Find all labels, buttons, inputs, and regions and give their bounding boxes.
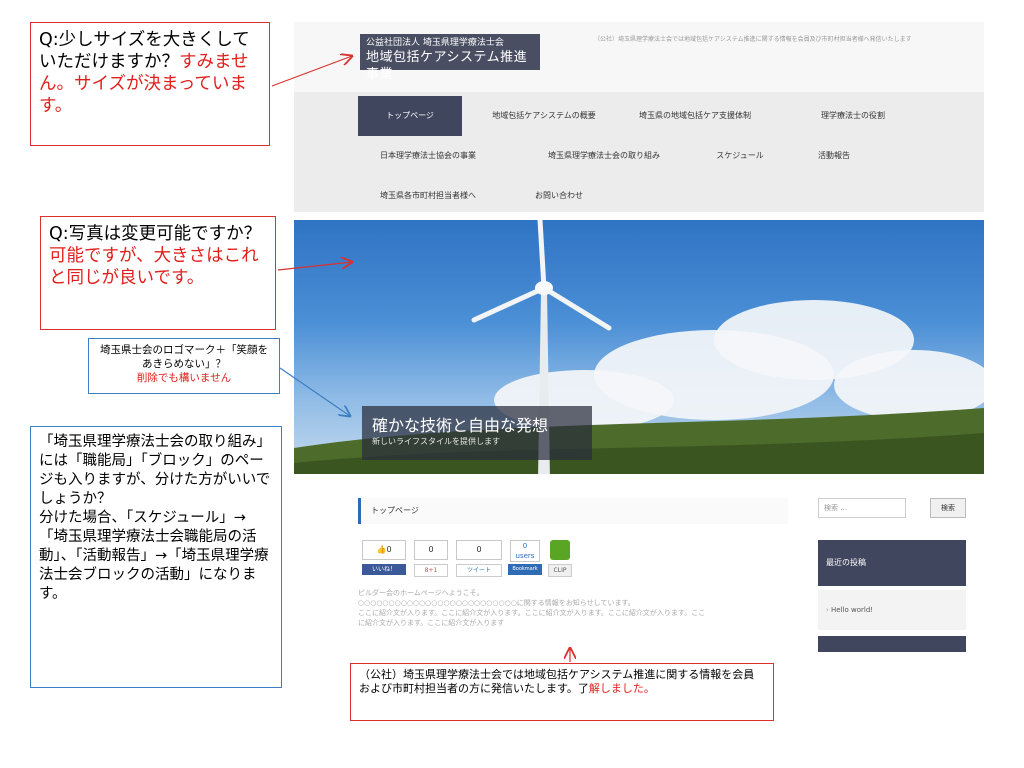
- annotation-description: （公社）埼玉県理学療法士会では地域包括ケアシステム推進に関する情報を会員および市…: [350, 663, 774, 721]
- nav-item-municipal[interactable]: 埼玉県各市町村担当者様へ: [358, 176, 498, 216]
- thumbs-up-icon: 👍: [376, 545, 387, 554]
- nav-item-contact[interactable]: お問い合わせ: [514, 176, 604, 216]
- annotation-torikumi: 「埼玉県理学療法士会の取り組み」には「職能局」「ブロック」のページも入りますが、…: [30, 426, 282, 688]
- site-logo[interactable]: 公益社団法人 埼玉県理学療法士会 地域包括ケアシステム推進事業: [360, 34, 540, 82]
- nav-item-top[interactable]: トップページ: [358, 96, 462, 136]
- evernote-icon[interactable]: [550, 540, 570, 560]
- hero-caption-title: 確かな技術と自由な発想: [372, 416, 549, 435]
- hatena-bookmark-button[interactable]: Bookmark: [508, 564, 542, 575]
- evernote-clip-button[interactable]: CLIP: [548, 564, 572, 577]
- main-nav: トップページ 地域包括ケアシステムの概要 埼玉県の地域包括ケア支援体制 理学療法…: [294, 92, 984, 212]
- hero-image: 確かな技術と自由な発想 新しいライフスタイルを提供します: [294, 220, 984, 474]
- website-preview: 公益社団法人 埼玉県理学療法士会 地域包括ケアシステム推進事業 （公社）埼玉県理…: [294, 22, 984, 652]
- page-title: トップページ: [358, 498, 788, 524]
- hero-caption-subtitle: 新しいライフスタイルを提供します: [372, 437, 500, 446]
- tweet-count: 0: [456, 540, 502, 560]
- gplus-count: 0: [414, 540, 448, 560]
- facebook-like-count: 👍0: [362, 540, 406, 560]
- nav-item-jpta[interactable]: 日本理学療法士協会の事業: [358, 136, 498, 176]
- site-header: 公益社団法人 埼玉県理学療法士会 地域包括ケアシステム推進事業 （公社）埼玉県理…: [294, 22, 984, 92]
- recent-posts-heading: 最近の投稿: [818, 540, 966, 586]
- gplus-button[interactable]: 8+1: [414, 564, 448, 577]
- annotation-logo: 埼玉県士会のロゴマーク＋「笑顔をあきらめない」？ 削除でも構いません: [88, 338, 280, 394]
- nav-item-role[interactable]: 理学療法士の役割: [788, 96, 918, 136]
- widget-heading: [818, 636, 966, 652]
- annotation-photo: Q:写真は変更可能ですか？可能ですが、大きさはこれと同じが良いです。: [40, 216, 276, 330]
- logo-subtitle: 公益社団法人 埼玉県理学療法士会: [366, 38, 504, 48]
- social-buttons: 👍0 いいね！ 0 8+1 0 ツイート 0 users Bookmark CL…: [362, 540, 602, 580]
- nav-item-overview[interactable]: 地域包括ケアシステムの概要: [474, 96, 614, 136]
- hatena-bookmark-count: 0 users: [510, 540, 540, 562]
- annotation-size: Q:少しサイズを大きくしていただけますか？すみません。サイズが決まっています。: [30, 22, 270, 146]
- annotated-mockup: 公益社団法人 埼玉県理学療法士会 地域包括ケアシステム推進事業 （公社）埼玉県理…: [0, 0, 1024, 768]
- search-button[interactable]: 検索: [930, 498, 966, 518]
- facebook-like-button[interactable]: いいね！: [362, 564, 406, 575]
- tweet-button[interactable]: ツイート: [456, 564, 502, 577]
- logo-title: 地域包括ケアシステム推進事業: [366, 50, 528, 82]
- intro-text: ビルダー会のホームページへようこそ。 ○○○○○○○○○○○○○○○○○○○○○…: [358, 589, 706, 627]
- nav-item-support[interactable]: 埼玉県の地域包括ケア支援体制: [620, 96, 770, 136]
- sidebar: 検索 … 検索 最近の投稿 › Hello world!: [810, 480, 984, 652]
- nav-item-torikumi[interactable]: 埼玉県理学療法士会の取り組み: [524, 136, 684, 176]
- recent-post-link[interactable]: › Hello world!: [818, 590, 966, 630]
- nav-item-report[interactable]: 活動報告: [794, 136, 874, 176]
- content-area: トップページ 👍0 いいね！ 0 8+1 0 ツイート 0 users Book…: [294, 480, 984, 652]
- search-input[interactable]: 検索 …: [818, 498, 906, 518]
- nav-item-schedule[interactable]: スケジュール: [690, 136, 790, 176]
- header-description: （公社）埼玉県理学療法士会では地域包括ケアシステム推進に関する情報を会員及び市町…: [594, 36, 912, 43]
- hero-caption: 確かな技術と自由な発想 新しいライフスタイルを提供します: [362, 406, 592, 460]
